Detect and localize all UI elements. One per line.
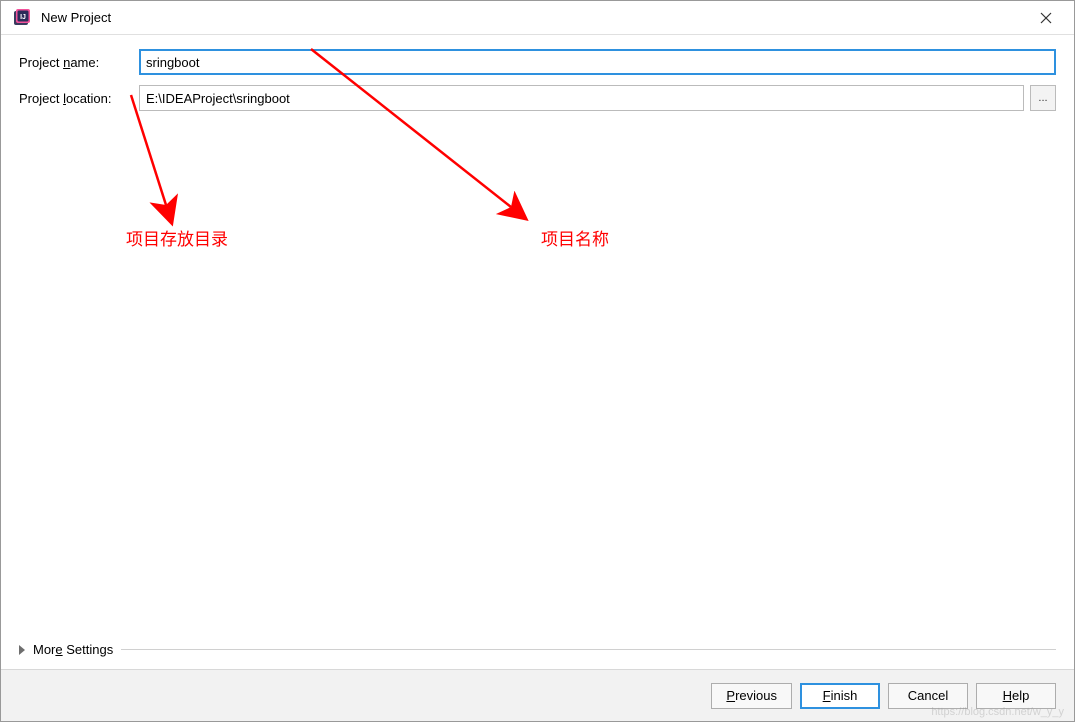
previous-button[interactable]: Previous: [711, 683, 792, 709]
separator-line: [121, 649, 1056, 650]
project-name-label: Project name:: [19, 55, 139, 70]
project-location-input[interactable]: [139, 85, 1024, 111]
dialog-footer: Previous Finish Cancel Help: [1, 669, 1074, 721]
annotation-name-text: 项目名称: [541, 225, 609, 250]
project-location-row: Project location: ...: [19, 85, 1056, 111]
dialog-content: Project name: Project location: ... 项目存放…: [1, 35, 1074, 669]
more-settings-toggle[interactable]: More Settings: [19, 642, 1056, 657]
cancel-button[interactable]: Cancel: [888, 683, 968, 709]
svg-text:IJ: IJ: [20, 14, 26, 21]
browse-location-button[interactable]: ...: [1030, 85, 1056, 111]
app-icon: IJ: [13, 9, 31, 27]
project-location-label: Project location:: [19, 91, 139, 106]
expand-icon: [19, 645, 25, 655]
title-bar: IJ New Project: [1, 1, 1074, 35]
close-button[interactable]: [1026, 3, 1066, 33]
window-title: New Project: [41, 10, 1026, 25]
more-settings-label: More Settings: [33, 642, 113, 657]
finish-button[interactable]: Finish: [800, 683, 880, 709]
annotation-location-text: 项目存放目录: [126, 225, 228, 250]
close-icon: [1040, 12, 1052, 24]
annotation-arrow-location: [81, 95, 201, 225]
project-name-input[interactable]: [139, 49, 1056, 75]
help-button[interactable]: Help: [976, 683, 1056, 709]
project-name-row: Project name:: [19, 49, 1056, 75]
